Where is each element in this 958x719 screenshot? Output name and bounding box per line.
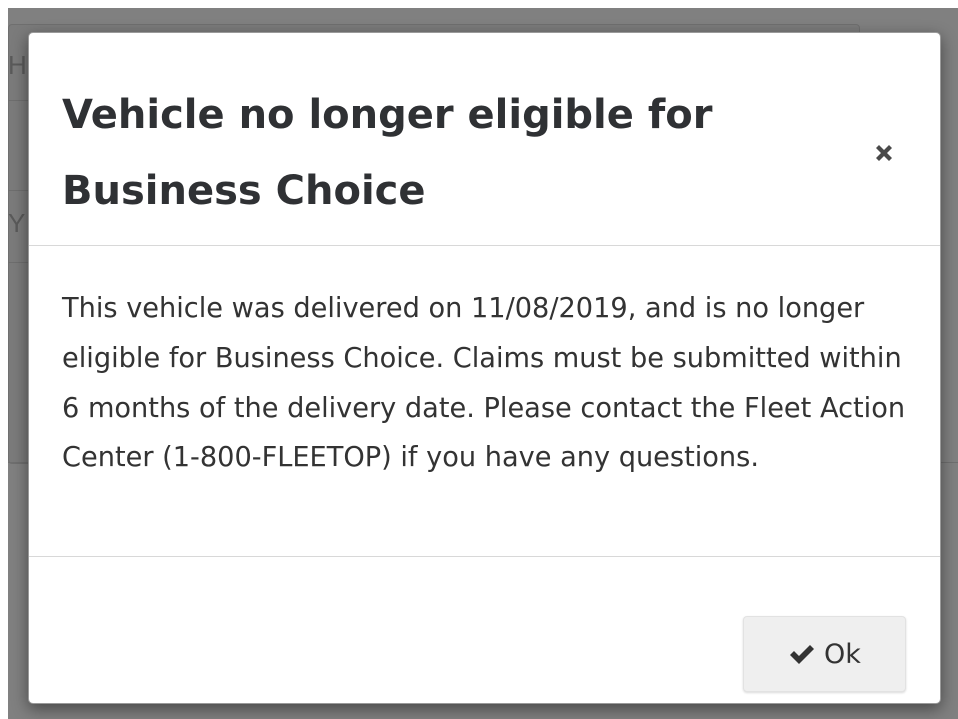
modal-title: Vehicle no longer eligible for Business … [62,92,713,214]
modal-footer: Ok [29,558,940,703]
ok-button[interactable]: Ok [743,616,906,692]
modal-message: This vehicle was delivered on 11/08/2019… [62,293,906,474]
modal-body: This vehicle was delivered on 11/08/2019… [29,247,940,557]
background-text-fragment: Y [8,208,26,238]
close-button[interactable] [867,138,901,172]
check-icon [788,643,816,665]
eligibility-modal: Vehicle no longer eligible for Business … [28,32,941,704]
ok-button-label: Ok [824,638,861,670]
modal-header: Vehicle no longer eligible for Business … [29,33,940,246]
close-icon[interactable] [873,142,895,168]
background-text-fragment: H [8,50,27,80]
